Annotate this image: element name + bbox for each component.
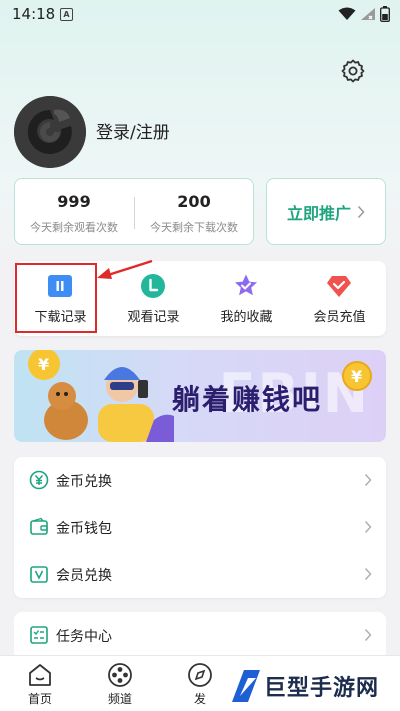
chevron-right-icon — [364, 473, 372, 487]
nav-home-label: 首页 — [27, 692, 52, 706]
system-icons — [338, 5, 390, 23]
settings-gear-icon[interactable] — [340, 58, 366, 84]
chevron-right-icon — [364, 567, 372, 581]
battery-icon — [380, 6, 390, 22]
watermark-text: 巨型手游网 — [264, 676, 380, 701]
nav-channel-label: 频道 — [107, 692, 132, 706]
task-list-icon — [30, 626, 48, 644]
promote-label: 立即推广 — [286, 203, 351, 223]
stat-watch-label: 今天剩余观看次数 — [30, 221, 118, 234]
quick-actions-card: 下载记录 观看记录 我的收藏 会员充值 — [14, 261, 386, 336]
download-record-icon — [48, 275, 72, 297]
menu-coin-exchange[interactable]: 金币兑换 — [14, 457, 386, 504]
stat-watch-value: 999 — [57, 192, 91, 211]
action-download-record[interactable]: 下载记录 — [14, 261, 107, 336]
wallet-icon — [30, 517, 48, 535]
login-register-link[interactable]: 登录/注册 — [96, 118, 170, 143]
status-time: 14:18 — [12, 5, 56, 23]
usage-stats-card: 999 今天剩余观看次数 200 今天剩余下载次数 — [14, 178, 254, 245]
menu-coin-wallet[interactable]: 金币钱包 — [14, 504, 386, 551]
watermark-logo-icon — [232, 670, 260, 702]
promo-banner[interactable]: EBIN ¥ 躺着赚钱吧 ¥ — [14, 350, 386, 442]
status-bar: 14:18 A — [0, 0, 400, 30]
menu-coin-exchange-label: 金币兑换 — [56, 474, 112, 490]
stat-download-remaining: 200 今天剩余下载次数 — [135, 179, 253, 235]
vip-exchange-icon — [30, 566, 48, 583]
svg-text:¥: ¥ — [38, 355, 49, 374]
menu-task-center[interactable]: 任务中心 — [14, 612, 386, 659]
discover-icon — [188, 663, 212, 687]
stat-watch-remaining: 999 今天剩余观看次数 — [15, 179, 133, 235]
menu-coin-wallet-label: 金币钱包 — [56, 521, 112, 537]
sim-indicator: A — [60, 8, 73, 21]
chevron-right-icon — [364, 628, 372, 642]
banner-illustration-icon: ¥ — [28, 350, 174, 442]
chevron-right-icon — [364, 520, 372, 534]
action-watch-label: 观看记录 — [127, 310, 180, 325]
nav-home[interactable]: 首页 — [0, 656, 80, 711]
action-download-label: 下载记录 — [34, 310, 87, 325]
coin-exchange-icon — [29, 470, 49, 490]
favorite-star-icon — [235, 274, 257, 296]
avatar[interactable] — [14, 96, 86, 168]
wallet-menu-card: 金币兑换 金币钱包 会员兑换 — [14, 457, 386, 598]
action-watch-history[interactable]: 观看记录 — [107, 261, 200, 336]
wifi-icon — [338, 7, 356, 20]
signal-icon — [361, 8, 375, 20]
action-favorites-label: 我的收藏 — [220, 310, 273, 325]
action-vip-label: 会员充值 — [313, 310, 366, 325]
svg-text:¥: ¥ — [351, 367, 362, 386]
menu-task-center-label: 任务中心 — [56, 629, 112, 645]
menu-vip-exchange-label: 会员兑换 — [56, 568, 112, 584]
nav-channel[interactable]: 频道 — [80, 656, 160, 711]
default-avatar-logo-icon — [14, 96, 86, 168]
stat-download-value: 200 — [177, 192, 211, 211]
action-favorites[interactable]: 我的收藏 — [200, 261, 293, 336]
vip-recharge-icon — [327, 276, 351, 297]
watch-history-icon — [141, 274, 165, 298]
menu-vip-exchange[interactable]: 会员兑换 — [14, 551, 386, 598]
home-icon — [29, 664, 51, 686]
promote-button[interactable]: 立即推广 — [266, 178, 386, 245]
stat-download-label: 今天剩余下载次数 — [150, 221, 238, 234]
action-vip-recharge[interactable]: 会员充值 — [293, 261, 386, 336]
site-watermark: 巨型手游网 — [226, 662, 400, 710]
coin-icon: ¥ — [342, 361, 372, 391]
banner-slogan: 躺着赚钱吧 — [172, 383, 323, 416]
channel-reel-icon — [108, 663, 132, 687]
chevron-right-icon — [357, 205, 365, 218]
task-menu-card: 任务中心 — [14, 612, 386, 658]
